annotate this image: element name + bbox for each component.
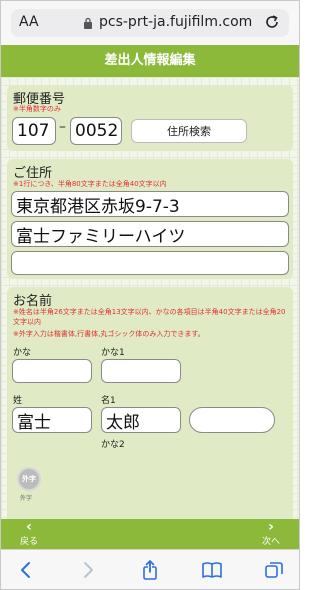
address-line2-input[interactable]: 富士ファミリーハイツ (11, 221, 289, 247)
address-line1-input[interactable]: 東京都港区赤坂9-7-3 (11, 191, 289, 217)
mei1-label: 名1 (101, 396, 116, 406)
gaiji-extra-input[interactable] (189, 407, 275, 433)
name-note-2: ※外字入力は楷書体,行書体,丸ゴシック体のみ入力できます。 (13, 330, 205, 338)
reload-icon[interactable] (263, 13, 281, 31)
lock-icon (84, 17, 92, 29)
address-search-button[interactable]: 住所検索 (131, 119, 247, 143)
page-title: 差出人情報編集 (1, 45, 299, 77)
url-bar: AA pcs-prt-ja.fujifilm.com (1, 1, 299, 45)
address-line3-input[interactable] (11, 251, 289, 275)
url-text: pcs-prt-ja.fujifilm.com (99, 14, 253, 30)
forward-arrow-icon[interactable] (77, 559, 99, 581)
share-icon[interactable] (139, 559, 161, 581)
chevron-right-icon: › (268, 519, 274, 535)
back-button[interactable]: ‹ 戻る (9, 519, 49, 549)
postal-code-part2-input[interactable]: 0052 (70, 117, 122, 145)
browser-frame: AA pcs-prt-ja.fujifilm.com 差出人情報編集 郵便番号 … (0, 0, 300, 590)
chevron-left-icon: ‹ (26, 519, 32, 535)
address-note: ※1行につき、半角80文字または全角40文字以内 (13, 180, 167, 188)
name-note-1: ※姓名は半角26文字または全角13文字以内、かなの各項目は半角40文字または全角… (13, 308, 286, 326)
back-label: 戻る (19, 537, 38, 547)
postal-code-part1-input[interactable]: 107 (12, 117, 56, 145)
gaiji-caption: 外字 (20, 495, 33, 502)
postal-note: ※半角数字のみ (13, 105, 61, 113)
postal-card: 郵便番号 ※半角数字のみ 107 – 0052 住所検索 (7, 85, 293, 151)
bottom-nav: ‹ 戻る › 次へ (1, 519, 299, 549)
sei-label: 姓 (13, 396, 23, 406)
back-arrow-icon[interactable] (15, 559, 37, 581)
kana2-label: かな2 (101, 440, 125, 450)
kana-input[interactable] (12, 359, 92, 383)
form-area: 郵便番号 ※半角数字のみ 107 – 0052 住所検索 ご住所 ※1行につき、… (1, 77, 299, 519)
address-card: ご住所 ※1行につき、半角80文字または全角40文字以内 東京都港区赤坂9-7-… (7, 159, 293, 279)
kana-label: かな (13, 348, 32, 358)
kana1-input[interactable] (101, 359, 181, 383)
name-card: お名前 ※姓名は半角26文字または全角13文字以内、かなの各項目は半角40文字ま… (7, 287, 293, 519)
text-size-button[interactable]: AA (19, 14, 39, 30)
next-label: 次へ (261, 537, 280, 547)
sei-input[interactable]: 富士 (12, 407, 92, 433)
mei1-input[interactable]: 太郎 (101, 407, 181, 433)
gaiji-button[interactable]: 外字 (17, 467, 41, 491)
postal-dash: – (59, 119, 66, 135)
browser-toolbar (1, 549, 299, 589)
address-field[interactable]: AA pcs-prt-ja.fujifilm.com (11, 9, 289, 37)
bookmarks-icon[interactable] (201, 559, 223, 581)
next-button[interactable]: › 次へ (251, 519, 291, 549)
kana1-label: かな1 (101, 348, 125, 358)
tabs-icon[interactable] (263, 559, 285, 581)
